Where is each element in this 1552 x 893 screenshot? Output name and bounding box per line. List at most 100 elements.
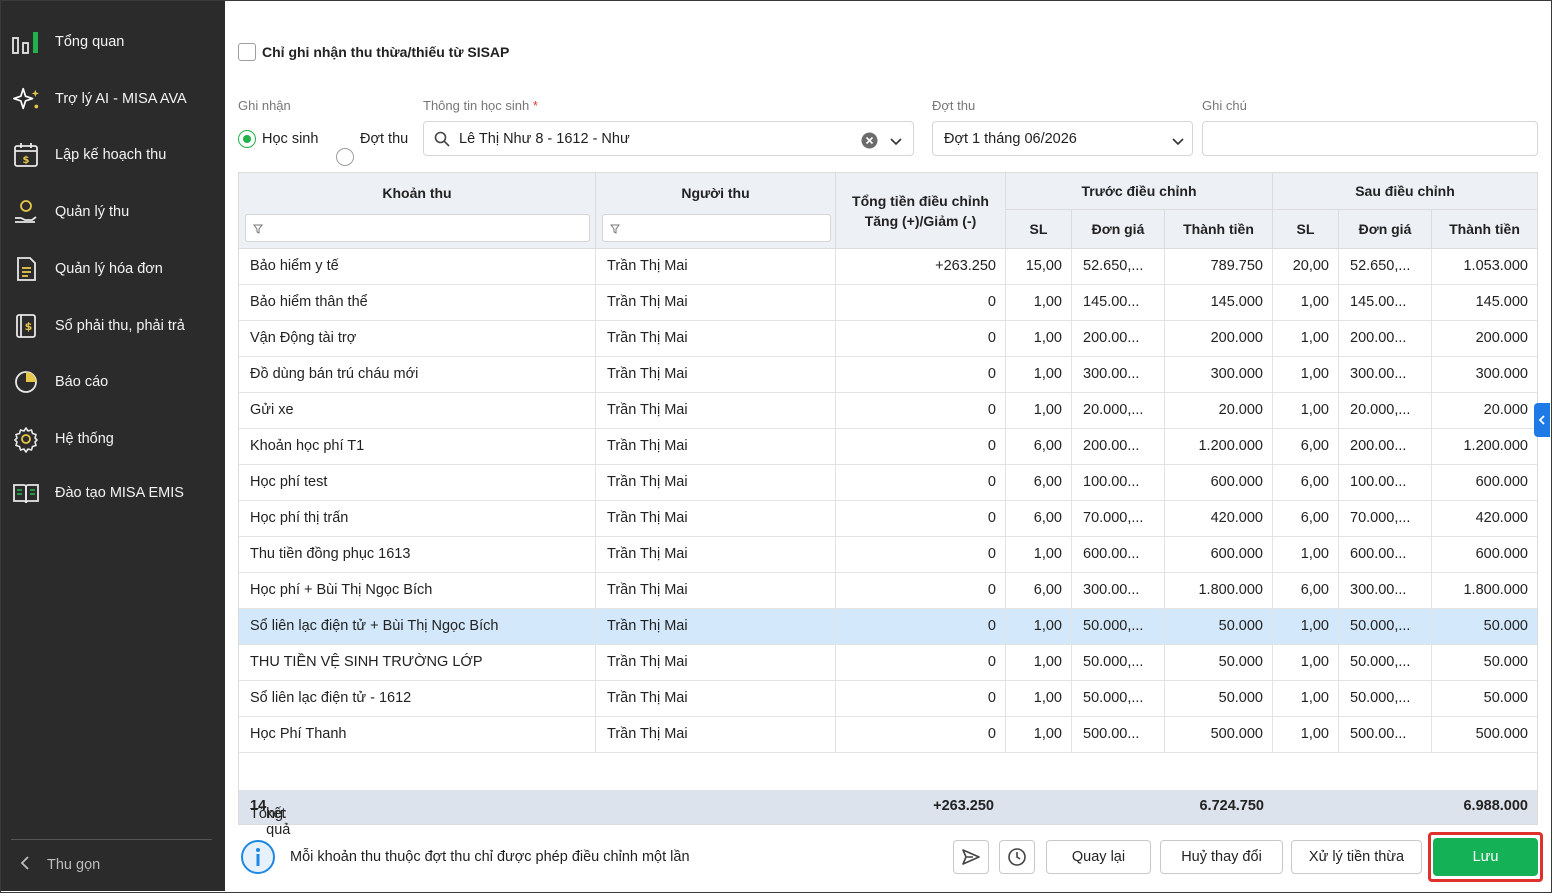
cell-dg2: 500.00... [1339,717,1432,753]
cell-khoan-thu: Thu tiền đồng phục 1613 [239,537,596,573]
sidebar-item-label: Báo cáo [55,374,109,390]
table-row[interactable]: Vận Động tài trợ Trần Thị Mai 0 1,00 200.00.… [239,321,1537,357]
save-button[interactable]: Lưu [1433,838,1538,876]
cell-dieu-chinh: 0 [836,645,1006,681]
dot-thu-label: Đợt thu [932,98,976,113]
table-row[interactable]: Học Phí Thanh Trần Thị Mai 0 1,00 500.00... 5… [239,717,1537,753]
dot-thu-value: Đợt 1 tháng 06/2026 [944,131,1077,147]
cell-tt1: 200.000 [1165,321,1273,357]
ghi-nhan-label: Ghi nhận [238,98,291,113]
cell-dg1: 50.000,... [1072,609,1165,645]
radio-hoc-sinh[interactable] [238,130,256,148]
sidebar-item-quan-ly-hoa-don[interactable]: Quản lý hóa đơn [1,249,225,289]
sidebar-item-so-phai-thu[interactable]: $ Sổ phải thu, phải trả [1,306,225,346]
col-don-gia-label: Đơn giá [1091,221,1145,237]
cell-khoan-thu: Học phí thị trấn [239,501,596,537]
cell-tt1: 20.000 [1165,393,1273,429]
sidebar-divider [11,839,212,840]
cell-tt2: 600.000 [1475,474,1528,490]
sidebar-item-tro-ly-ai[interactable]: Trợ lý AI - MISA AVA [1,79,225,119]
cell-nguoi-thu: Trần Thị Mai [596,465,836,501]
pie-chart-icon [11,368,41,396]
col-tong-dieu-chinh: Tổng tiền điều chỉnh Tăng (+)/Giảm (-) [836,173,1006,249]
table-row[interactable]: Đồ dùng bán trú cháu mới Trần Thị Mai 0 1,0… [239,357,1537,393]
cell-tt2: 20.000 [1483,402,1528,418]
table-row[interactable]: Học phí + Bùi Thị Ngọc Bích Trần Thị Mai 0… [239,573,1537,609]
table-row[interactable]: Học phí test Trần Thị Mai 0 6,00 100.00... 60… [239,465,1537,501]
table-row[interactable]: Học phí thị trấn Trần Thị Mai 0 6,00 70.000,… [239,501,1537,537]
cell-dg2: 200.00... [1339,429,1432,465]
cell-tt2: 145.000 [1475,294,1528,310]
cell-sl1: 1,00 [1006,609,1072,645]
sidebar-item-dao-tao[interactable]: Đào tạo MISA EMIS [1,473,225,513]
sidebar-item-bao-cao[interactable]: Báo cáo [1,362,225,402]
col-nguoi-thu-label: Người thu [681,185,750,201]
student-search-input[interactable]: Lê Thị Như 8 - 1612 - Như [423,121,914,156]
table-row[interactable]: Khoản học phí T1 Trần Thị Mai 0 6,00 200.00.… [239,429,1537,465]
right-panel-toggle[interactable] [1534,403,1550,437]
collapse-sidebar-button[interactable]: Thu gọn [19,853,100,877]
cell-nguoi-thu: Trần Thị Mai [596,573,836,609]
invoice-icon [11,255,41,283]
cell-tt1: 145.000 [1165,285,1273,321]
send-icon [962,849,980,865]
table-row[interactable]: Gửi xe Trần Thị Mai 0 1,00 20.000,... 20.000 1… [239,393,1537,429]
cell-sl1: 6,00 [1006,501,1072,537]
table-row[interactable]: THU TIỀN VỆ SINH TRƯỜNG LỚP Trần Thị Mai 0… [239,645,1537,681]
ghi-chu-input[interactable] [1202,121,1538,156]
cell-tt2: 50.000 [1483,654,1528,670]
sparkle-icon [11,85,41,113]
chevron-down-icon[interactable] [890,134,902,150]
table-row[interactable]: Bảo hiểm thân thể Trần Thị Mai 0 1,00 145.00… [239,285,1537,321]
sidebar-item-label: Quản lý thu [55,204,130,220]
cell-sl1: 15,00 [1006,249,1072,285]
sidebar-item-lap-ke-hoach-thu[interactable]: $ Lập kế hoạch thu [1,135,225,175]
cell-dg1: 600.00... [1072,537,1165,573]
cell-dg2: 300.00... [1339,573,1432,609]
history-button[interactable] [999,840,1035,874]
cell-tt1: 50.000 [1165,645,1273,681]
sidebar-item-tong-quan[interactable]: Tổng quan [1,22,225,62]
cell-sl2: 6,00 [1273,465,1339,501]
cell-dieu-chinh: 0 [836,357,1006,393]
sidebar-item-he-thong[interactable]: Hệ thống [1,419,225,459]
svg-text:$: $ [25,320,33,333]
filter-khoan-thu-input[interactable] [245,214,590,242]
collapse-label: Thu gọn [47,857,101,873]
table-row[interactable]: Thu tiền đồng phục 1613 Trần Thị Mai 0 1,00… [239,537,1537,573]
cell-sl2: 1,00 [1273,357,1339,393]
sidebar-item-label: Tổng quan [55,34,125,50]
footer-summary: Tổng: 14 kết quả [250,798,290,838]
table-row[interactable]: Sổ liên lạc điện tử - 1612 Trần Thị Mai 0 1… [239,681,1537,717]
table-row[interactable]: Sổ liên lạc điện tử + Bùi Thị Ngọc Bích T… [239,609,1537,645]
cell-tt1: 600.000 [1165,465,1273,501]
cell-tt1: 50.000 [1165,681,1273,717]
cell-sl1: 1,00 [1006,285,1072,321]
filter-nguoi-thu-input[interactable] [602,214,831,242]
adjustment-table: Khoản thu Người thu Tổng tiền điều chỉnh… [238,172,1538,838]
footer-truoc-total: 6.724.750 [1199,798,1264,814]
search-icon [434,131,450,150]
main-panel: Chỉ ghi nhận thu thừa/thiếu từ SISAP Ghi… [226,1,1550,891]
radio-dot-thu[interactable] [336,148,354,166]
table-row[interactable]: Bảo hiểm y tế Trần Thị Mai +263.250 15,00 52… [239,249,1537,285]
cell-tt1: 300.000 [1165,357,1273,393]
col-sl-sau: SL [1273,210,1339,249]
cancel-changes-button[interactable]: Huỷ thay đổi [1160,840,1283,874]
cell-dg1: 70.000,... [1072,501,1165,537]
cell-nguoi-thu: Trần Thị Mai [596,429,836,465]
sidebar-item-quan-ly-thu[interactable]: Quản lý thu [1,192,225,232]
back-button[interactable]: Quay lại [1046,840,1151,874]
group-truoc-label: Trước điều chỉnh [1081,183,1197,199]
cell-sl2: 1,00 [1273,285,1339,321]
process-excess-button[interactable]: Xử lý tiền thừa [1291,840,1422,874]
ledger-icon: $ [11,312,41,340]
cell-sl1: 1,00 [1006,321,1072,357]
cell-nguoi-thu: Trần Thị Mai [596,249,836,285]
send-button[interactable] [953,840,989,874]
dot-thu-select[interactable]: Đợt 1 tháng 06/2026 [932,121,1193,156]
svg-text:$: $ [23,155,30,166]
cell-dg1: 52.650,... [1072,249,1165,285]
clear-icon[interactable] [861,132,878,152]
sisap-checkbox[interactable] [238,43,256,61]
